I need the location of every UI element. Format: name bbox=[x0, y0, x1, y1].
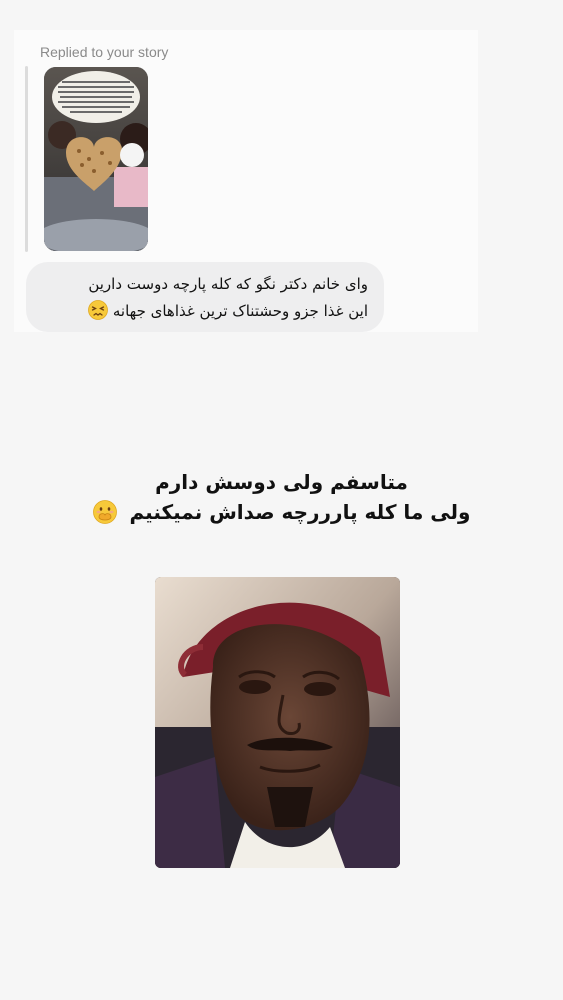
message-line-1: وای خانم دکتر نگو که کله پارچه دوست داری… bbox=[88, 275, 368, 293]
story-thumbnail[interactable] bbox=[44, 67, 148, 251]
message-line-2: این غذا جزو وحشتناک ترین غذاهای جهانه bbox=[84, 300, 368, 320]
crying-man-photo bbox=[155, 577, 400, 868]
story-thumbnail-image bbox=[44, 67, 148, 251]
persevering-face-icon bbox=[88, 300, 108, 320]
caption-line-1: متاسفم ولی دوسش دارم bbox=[155, 470, 408, 494]
face-with-hand-over-mouth-icon bbox=[92, 500, 117, 524]
reply-indicator-bar bbox=[25, 66, 28, 252]
replied-to-story-label: Replied to your story bbox=[40, 44, 169, 60]
caption-line-2-text: ولی ما کله پارررچه صداش نمیکنیم bbox=[129, 500, 471, 524]
meme-image[interactable] bbox=[155, 577, 400, 868]
message-bubble[interactable]: وای خانم دکتر نگو که کله پارچه دوست داری… bbox=[26, 262, 384, 332]
caption-line-2: ولی ما کله پارررچه صداش نمیکنیم bbox=[0, 500, 563, 524]
message-line-2-text: این غذا جزو وحشتناک ترین غذاهای جهانه bbox=[112, 302, 368, 320]
